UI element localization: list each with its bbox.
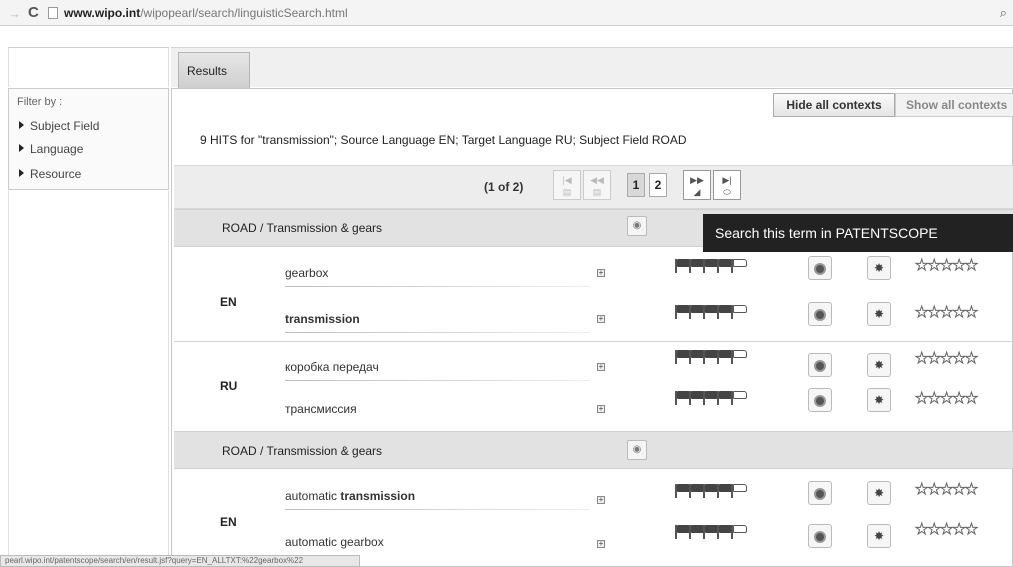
last-page-icon[interactable]: ▶| ⬭: [713, 170, 741, 200]
expand-arrow-icon: [19, 169, 24, 177]
expand-plus-icon[interactable]: +: [597, 363, 605, 371]
patentscope-search-button[interactable]: [808, 524, 832, 548]
reload-icon[interactable]: C: [28, 4, 39, 21]
term[interactable]: automatic gearbox: [285, 535, 384, 549]
filter-language[interactable]: Language: [19, 142, 83, 156]
tab-strip: [171, 47, 1013, 87]
concept-map-button[interactable]: ✸: [867, 481, 891, 505]
page-count: (1 of 2): [484, 180, 524, 194]
concept-map-button[interactable]: ✸: [867, 388, 891, 412]
next-page-icon[interactable]: ▶▶ ◢: [683, 170, 711, 200]
term-underline: [285, 380, 590, 381]
rating-stars-icon[interactable]: ★★★★★: [914, 349, 978, 368]
hide-all-contexts-button[interactable]: Hide all contexts: [773, 93, 895, 117]
filter-resource[interactable]: Resource: [19, 167, 81, 181]
reliability-flags-icon: [675, 259, 747, 273]
rating-stars-icon[interactable]: ★★★★★: [914, 480, 978, 499]
rating-stars-icon[interactable]: ★★★★★: [914, 303, 978, 322]
language-code: RU: [220, 379, 238, 393]
rating-stars-icon[interactable]: ★★★★★: [914, 520, 978, 539]
context-icon[interactable]: ◉: [627, 440, 647, 460]
rating-stars-icon[interactable]: ★★★★★: [914, 389, 978, 408]
patentscope-tooltip: Search this term in PATENTSCOPE: [703, 214, 1013, 252]
filter-panel: Filter by : Subject Field Language Resou…: [8, 88, 169, 190]
term[interactable]: трансмиссия: [285, 402, 357, 416]
group-label: ROAD / Transmission & gears: [222, 444, 383, 458]
term[interactable]: gearbox: [285, 266, 328, 280]
reliability-flags-icon: [675, 484, 747, 498]
term-underline: [285, 286, 590, 287]
expand-plus-icon[interactable]: +: [597, 315, 605, 323]
concept-map-button[interactable]: ✸: [867, 353, 891, 377]
expand-arrow-icon: [19, 144, 24, 152]
patentscope-search-button[interactable]: [808, 388, 832, 412]
reliability-flags-icon: [675, 525, 747, 539]
patentscope-search-button[interactable]: [808, 353, 832, 377]
page-icon: [48, 7, 58, 19]
patentscope-search-button[interactable]: [808, 302, 832, 326]
concept-map-button[interactable]: ✸: [867, 256, 891, 280]
url-field[interactable]: www.wipo.int/wipopearl/search/linguistic…: [64, 6, 348, 20]
page-2-button[interactable]: 2: [649, 173, 667, 197]
page-1-button[interactable]: 1: [627, 173, 645, 197]
expand-plus-icon[interactable]: +: [597, 540, 605, 548]
patentscope-search-button[interactable]: [808, 256, 832, 280]
magnifier-icon[interactable]: ⌕: [1000, 5, 1007, 21]
language-code: EN: [220, 295, 237, 309]
filter-title: Filter by :: [17, 96, 63, 108]
expand-plus-icon[interactable]: +: [597, 405, 605, 413]
language-code: EN: [220, 515, 237, 529]
reliability-flags-icon: [675, 305, 747, 319]
left-panel-body: [8, 191, 169, 567]
status-bar-url: pearl.wipo.int/patentscope/search/en/res…: [0, 555, 360, 567]
tab-results[interactable]: Results: [178, 52, 250, 88]
term[interactable]: automatic transmission: [285, 489, 415, 503]
group-label: ROAD / Transmission & gears: [222, 221, 383, 235]
first-page-icon[interactable]: |◀ ▤: [553, 170, 581, 200]
context-icon[interactable]: ◉: [627, 216, 647, 236]
prev-page-icon[interactable]: ◀◀ ▤: [583, 170, 611, 200]
filter-subject-field[interactable]: Subject Field: [19, 119, 99, 133]
concept-map-button[interactable]: ✸: [867, 524, 891, 548]
row-separator: [174, 341, 1013, 342]
back-arrow-icon[interactable]: →: [8, 6, 21, 21]
expand-plus-icon[interactable]: +: [597, 496, 605, 504]
expand-plus-icon[interactable]: +: [597, 269, 605, 277]
expand-arrow-icon: [19, 121, 24, 129]
term[interactable]: коробка передач: [285, 360, 379, 374]
concept-map-button[interactable]: ✸: [867, 302, 891, 326]
show-all-contexts-button[interactable]: Show all contexts: [895, 93, 1013, 117]
hits-summary: 9 HITS for "transmission"; Source Langua…: [200, 133, 687, 147]
term[interactable]: transmission: [285, 312, 360, 326]
reliability-flags-icon: [675, 391, 747, 405]
term-underline: [285, 509, 590, 510]
left-panel-header: [8, 47, 169, 87]
rating-stars-icon[interactable]: ★★★★★: [914, 256, 978, 275]
term-underline: [285, 332, 590, 333]
reliability-flags-icon: [675, 350, 747, 364]
address-bar: → C www.wipo.int/wipopearl/search/lingui…: [0, 0, 1013, 26]
patentscope-search-button[interactable]: [808, 481, 832, 505]
